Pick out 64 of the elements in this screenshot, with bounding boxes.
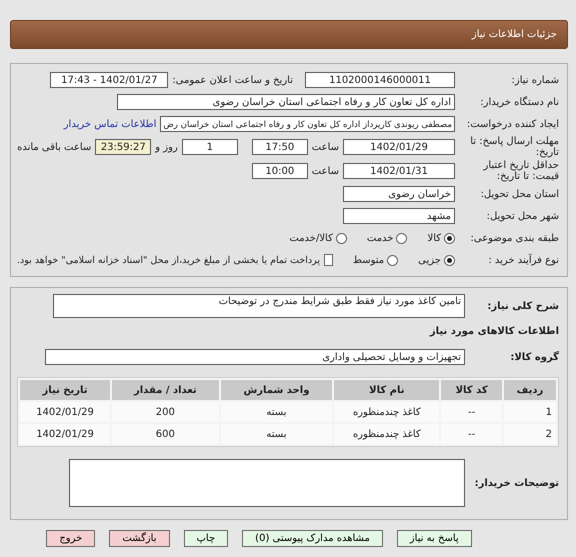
section-heading: اطلاعات کالاهای مورد نیاز bbox=[428, 326, 559, 337]
action-button[interactable]: بازگشت bbox=[109, 530, 170, 547]
column-header: واحد شمارش bbox=[220, 380, 332, 400]
table-cell: کاغذ چندمنظوره bbox=[334, 424, 440, 444]
field-label: شرح کلی نیاز: bbox=[486, 300, 559, 312]
buyer-org-field: اداره کل تعاون کار و رفاه اجتماعی استان خراسان رضوی bbox=[117, 94, 455, 110]
validity-time-field: 10:00 bbox=[252, 163, 308, 179]
column-header: نام کالا bbox=[334, 380, 440, 400]
table-cell: بسته bbox=[220, 402, 332, 422]
column-header: تاریخ نیاز bbox=[20, 380, 110, 400]
action-button[interactable]: پاسخ به نیاز bbox=[396, 530, 472, 547]
process-radio[interactable]: جزیی bbox=[418, 254, 455, 266]
category-radio[interactable]: خدمت bbox=[366, 232, 408, 244]
column-header: کد کالا bbox=[441, 380, 502, 400]
column-header: ردیف bbox=[504, 380, 556, 400]
table-cell: -- bbox=[441, 424, 502, 444]
requester-field: مصطفی ریوندی کارپرداز اداره کل تعاون کار و رفاه اجتماعی استان خراسان رض bbox=[160, 116, 455, 132]
field-label: توضیحات خریدار: bbox=[474, 478, 559, 488]
days-field: 1 bbox=[182, 139, 238, 155]
table-cell: 2 bbox=[504, 424, 556, 444]
field-label: شهر محل تحویل: bbox=[486, 210, 559, 222]
field-label: ساعت باقی مانده bbox=[17, 142, 92, 152]
table-cell: 1402/01/29 bbox=[20, 402, 110, 422]
field-label: مهلت ارسال پاسخ: تا تاریخ: bbox=[469, 136, 559, 158]
field-label: طبقه بندی موضوعی: bbox=[470, 232, 559, 244]
validity-date-field: 1402/01/31 bbox=[343, 163, 455, 179]
table-cell: 600 bbox=[112, 424, 219, 444]
field-label: روز و bbox=[155, 142, 178, 152]
city-field: مشهد bbox=[343, 208, 455, 224]
field-label: ایجاد کننده درخواست: bbox=[466, 118, 559, 130]
column-header: تعداد / مقدار bbox=[112, 380, 219, 400]
field-label: نام دستگاه خریدار: bbox=[479, 96, 559, 108]
payment-checkbox[interactable] bbox=[324, 254, 333, 266]
table-cell: 200 bbox=[112, 402, 219, 422]
announce-date-field: 1402/01/27 - 17:43 bbox=[50, 72, 168, 88]
table-cell: 1 bbox=[504, 402, 556, 422]
deadline-time-field: 17:50 bbox=[252, 139, 308, 155]
page-title: جزئیات اطلاعات نیاز bbox=[472, 29, 557, 40]
table-cell: 1402/01/29 bbox=[20, 424, 110, 444]
process-radio[interactable]: متوسط bbox=[352, 254, 398, 266]
field-label: شماره نیاز: bbox=[510, 74, 559, 86]
category-radio[interactable]: کالا/خدمت bbox=[289, 232, 347, 244]
field-label: گروه کالا: bbox=[509, 352, 559, 362]
remaining-time-field: 23:59:27 bbox=[95, 139, 152, 155]
payment-note: پرداخت تمام یا بخشی از مبلغ خرید،از محل "اسناد خزانه اسلامی" خواهد بود. bbox=[17, 254, 320, 266]
table-cell: -- bbox=[441, 402, 502, 422]
description-field: تامین کاغذ مورد نیاز فقط طبق شرایط مندرج در توضیحات bbox=[53, 294, 465, 318]
need-number-field: 1102000146000011 bbox=[305, 72, 455, 88]
field-label: استان محل تحویل: bbox=[480, 188, 559, 200]
field-label: ساعت bbox=[312, 166, 339, 176]
action-button[interactable]: مشاهده مدارک پیوستی (0) bbox=[242, 530, 383, 547]
goods-group-field: تجهیزات و وسایل تحصیلی واداری bbox=[45, 349, 465, 365]
field-label: نوع فرآیند خرید : bbox=[487, 254, 559, 266]
action-button[interactable]: چاپ bbox=[184, 530, 228, 547]
category-radio[interactable]: کالا bbox=[427, 232, 455, 244]
field-label: ساعت bbox=[312, 142, 339, 152]
field-label: حداقل تاریخ اعتبار قیمت: تا تاریخ: bbox=[482, 160, 559, 182]
province-field: خراسان رضوی bbox=[343, 186, 455, 202]
action-button[interactable]: خروج bbox=[46, 530, 96, 547]
field-label: تاریخ و ساعت اعلان عمومی: bbox=[172, 74, 293, 86]
buyer-contact-link[interactable]: اطلاعات تماس خریدار bbox=[64, 118, 156, 130]
table-cell: کاغذ چندمنظوره bbox=[334, 402, 440, 422]
table-cell: بسته bbox=[220, 424, 332, 444]
deadline-date-field: 1402/01/29 bbox=[343, 139, 455, 155]
